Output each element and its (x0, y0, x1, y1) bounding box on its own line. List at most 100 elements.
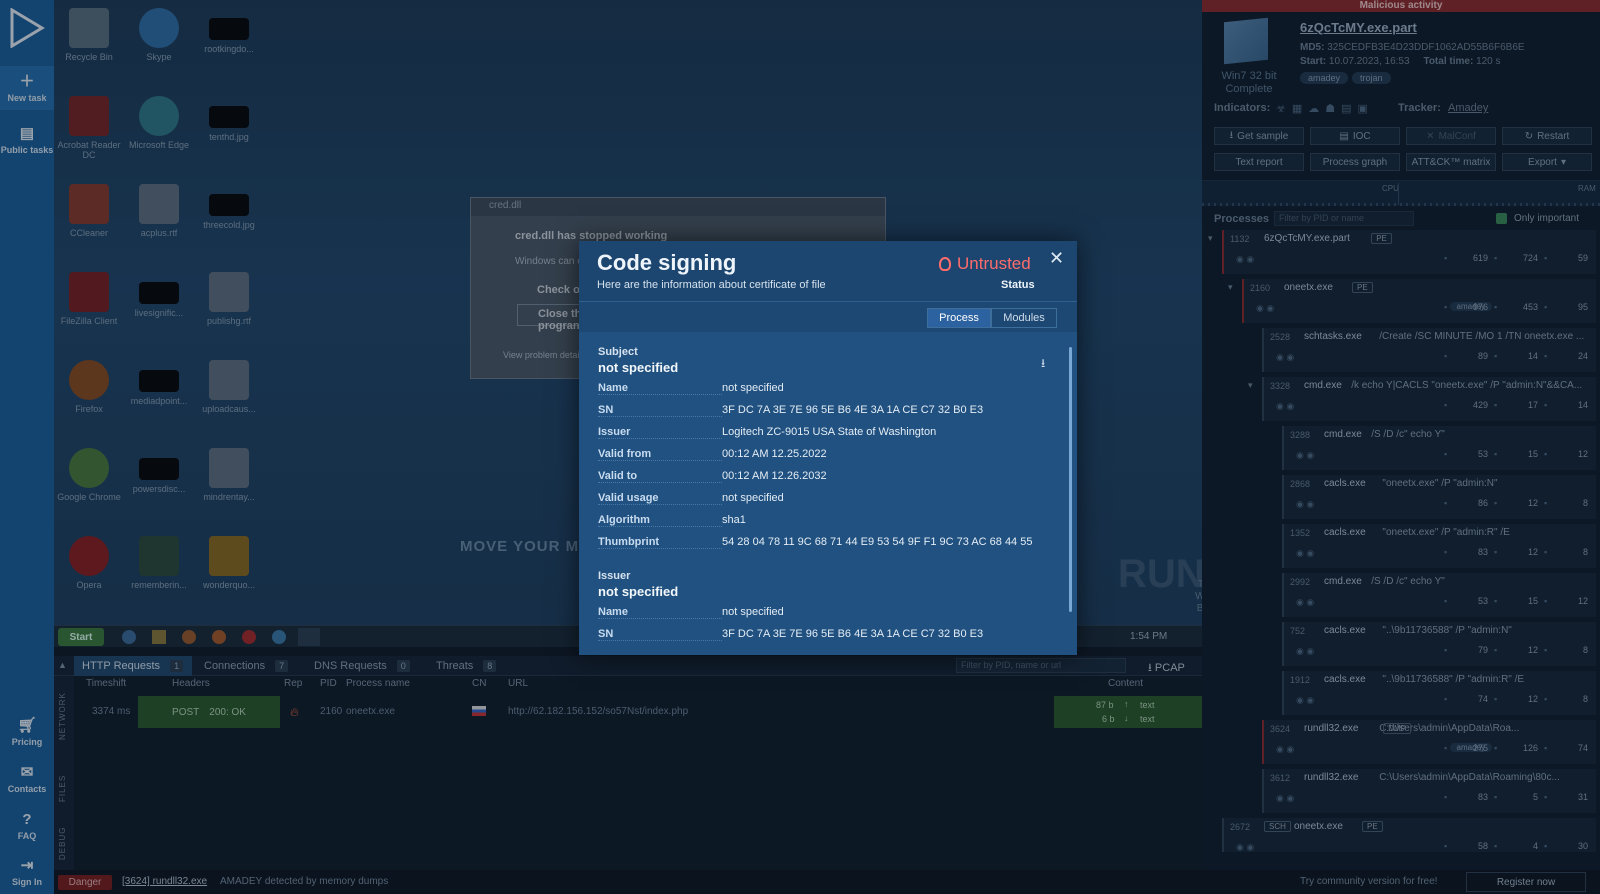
firefox-icon[interactable] (212, 630, 226, 644)
desktop-icon[interactable]: mediadpoint... (124, 360, 194, 440)
desktop-icon[interactable]: mindrentay... (194, 448, 264, 528)
only-important-checkbox[interactable] (1496, 213, 1507, 224)
process-node[interactable]: 1352 cacls.exe "oneetx.exe" /P "admin:R" /… (1282, 524, 1596, 568)
country-flag-icon (472, 706, 486, 716)
cert-field-row: Valid from 00:12 AM 12.25.2022 (598, 444, 1056, 464)
tab-modules[interactable]: Modules (991, 308, 1057, 328)
desktop-icon[interactable]: Acrobat Reader DC (54, 96, 124, 176)
attack-matrix-button[interactable]: ATT&CK™ matrix (1406, 153, 1496, 171)
desktop-icon[interactable]: acplus.rtf (124, 184, 194, 264)
process-stat: 15 (1527, 449, 1538, 459)
pcap-button[interactable]: ⭳ PCAP (1148, 659, 1185, 678)
process-node[interactable]: 3612 rundll32.exe C:\Users\admin\AppData\R… (1262, 769, 1596, 813)
anyrun-logo[interactable] (0, 0, 54, 56)
sidebar-item-public-tasks[interactable]: ▤ Public tasks (0, 118, 54, 162)
download-icon[interactable]: ⭳ (1041, 354, 1045, 375)
desktop-icon[interactable]: FileZilla Client (54, 272, 124, 352)
tag-badge[interactable]: trojan (1352, 72, 1391, 84)
collapse-icon[interactable]: ▲ (58, 660, 67, 670)
sidebar-item-new-task[interactable]: ＋ New task (0, 66, 54, 110)
sidebar-item-sign-in[interactable]: ⇥ Sign In (0, 850, 54, 894)
desktop-icon[interactable]: Microsoft Edge (124, 96, 194, 176)
table-row[interactable]: 3374 ms POST 200: OK 🔥︎ 2160 oneetx.exe h… (78, 696, 1202, 730)
network-table-header: Timeshift Headers Rep PID Process name C… (86, 678, 1144, 689)
desktop-icon[interactable]: Google Chrome (54, 448, 124, 528)
malconf-button[interactable]: ✕ MalConf (1406, 127, 1496, 145)
process-node[interactable]: 752 cacls.exe "..\9b11736588" /P "admin:N"… (1282, 622, 1596, 666)
process-node[interactable]: 2160 oneetx.exe PE amadey ◉ ◉ ▪ 976 ▪ 453 ▪ 95 (1242, 279, 1596, 323)
code-signing-dialog[interactable]: Code signing Here are the information ab… (579, 241, 1077, 655)
tab-connections[interactable]: Connections 7 (196, 656, 304, 676)
sidebar-item-faq[interactable]: ? FAQ (0, 804, 54, 848)
tab-dns-requests[interactable]: DNS Requests 0 (306, 656, 426, 676)
process-node[interactable]: 1132 6zQcTcMY.exe.part PE ◉ ◉ ▪ 619 ▪ 724 ▪ 59 (1222, 230, 1596, 274)
dialog-tabs: Process Modules (579, 302, 1077, 332)
tab-threats[interactable]: Threats 8 (428, 656, 512, 676)
request-headers[interactable]: POST 200: OK (138, 696, 280, 728)
ioc-button[interactable]: ▤ IOC (1310, 127, 1400, 145)
desktop-icon[interactable]: CCleaner (54, 184, 124, 264)
sidebar-item-pricing[interactable]: 🛒︎ Pricing (0, 710, 54, 754)
process-graph-button[interactable]: Process graph (1310, 153, 1400, 171)
tag-badge[interactable]: amadey (1300, 72, 1349, 84)
export-button[interactable]: Export ▾ (1502, 153, 1592, 171)
desktop-icon[interactable]: Opera (54, 536, 124, 616)
desktop-icon[interactable]: publishg.rtf (194, 272, 264, 352)
process-node[interactable]: 3288 cmd.exe/S /D /c" echo Y" ◉ ◉ ▪ 53 ▪ 15 ▪ 12 (1282, 426, 1596, 470)
process-node[interactable]: 3624 rundll32.exe C:\Users\admin\AppData\R… (1262, 720, 1596, 764)
opera-icon[interactable] (242, 630, 256, 644)
desktop-icon[interactable]: wonderquo... (194, 536, 264, 616)
process-node[interactable]: 3328 cmd.exe/k echo Y|CACLS "oneetx.exe" … (1262, 377, 1596, 421)
process-node[interactable]: 2992 cmd.exe/S /D /c" echo Y" ◉ ◉ ▪ 53 ▪ 15 ▪ 12 (1282, 573, 1596, 617)
text-report-button[interactable]: Text report (1214, 153, 1304, 171)
process-stat: 89 (1477, 351, 1488, 361)
get-sample-button[interactable]: ⭳ Get sample (1214, 127, 1304, 145)
desktop-icon[interactable]: threecold.jpg (194, 184, 264, 264)
sidebar-item-contacts[interactable]: ✉ Contacts (0, 757, 54, 801)
status-process-link[interactable]: [3624] rundll32.exe (122, 876, 207, 887)
network-filter-input[interactable]: Filter by PID, name or url (956, 658, 1126, 673)
desktop-icon[interactable]: Firefox (54, 360, 124, 440)
expand-toggle-icon[interactable]: ▾ (1208, 233, 1213, 244)
desktop-icon[interactable]: rememberin... (124, 536, 194, 616)
registry-icon: ▪ (1544, 743, 1548, 753)
file-icon: ▪ (1444, 743, 1448, 753)
close-icon[interactable]: ✕ (1049, 248, 1064, 269)
tab-process[interactable]: Process (927, 308, 991, 328)
start-button[interactable]: Start (58, 628, 104, 646)
process-node[interactable]: 2868 cacls.exe "oneetx.exe" /P "admin:N" ◉ … (1282, 475, 1596, 519)
folder-icon[interactable] (152, 630, 166, 644)
desktop-icon[interactable]: Recycle Bin (54, 8, 124, 88)
expand-toggle-icon[interactable]: ▾ (1248, 380, 1253, 391)
desktop-icon[interactable]: uploadcaus... (194, 360, 264, 440)
desktop-icon[interactable]: livesignific... (124, 272, 194, 352)
process-node[interactable]: 1912 cacls.exe "..\9b11736588" /P "admin:R… (1282, 671, 1596, 715)
process-stat: 31 (1577, 792, 1588, 802)
view-details-link[interactable]: View problem details (503, 350, 586, 360)
registry-icon: ▪ (1544, 253, 1548, 263)
register-button[interactable]: Register now (1466, 872, 1586, 892)
restart-button[interactable]: ↻ Restart (1502, 127, 1592, 145)
tab-http-requests[interactable]: HTTP Requests 1 (74, 656, 192, 676)
side-tab-network[interactable]: NETWORK (58, 692, 67, 740)
desktop-icon[interactable]: rootkingdo... (194, 8, 264, 88)
issuer-value: not specified (598, 584, 679, 599)
expand-toggle-icon[interactable]: ▾ (1228, 282, 1233, 293)
edge-icon[interactable] (272, 630, 286, 644)
process-pid: 1132 (1230, 234, 1250, 244)
running-app-icon[interactable] (298, 628, 320, 646)
side-tab-files[interactable]: FILES (58, 775, 67, 802)
tracker-link[interactable]: Amadey (1448, 102, 1488, 114)
file-name[interactable]: 6zQcTcMY.exe.part (1300, 20, 1417, 35)
desktop-icon[interactable]: powersdisc... (124, 448, 194, 528)
dialog-scrollbar[interactable] (1069, 347, 1072, 612)
process-stat: 74 (1477, 694, 1488, 704)
media-icon[interactable] (182, 630, 196, 644)
process-node[interactable]: 2528 schtasks.exe/Create /SC MINUTE /MO 1… (1262, 328, 1596, 372)
process-node[interactable]: 2672 SCH oneetx.exe PE ◉ ◉ ▪ 58 ▪ 4 ▪ 30 (1222, 818, 1596, 852)
desktop-icon[interactable]: Skype (124, 8, 194, 88)
side-tab-debug[interactable]: DEBUG (58, 827, 67, 860)
process-filter-input[interactable]: Filter by PID or name (1274, 211, 1414, 226)
ie-icon[interactable] (122, 630, 136, 644)
desktop-icon[interactable]: tenthd.jpg (194, 96, 264, 176)
